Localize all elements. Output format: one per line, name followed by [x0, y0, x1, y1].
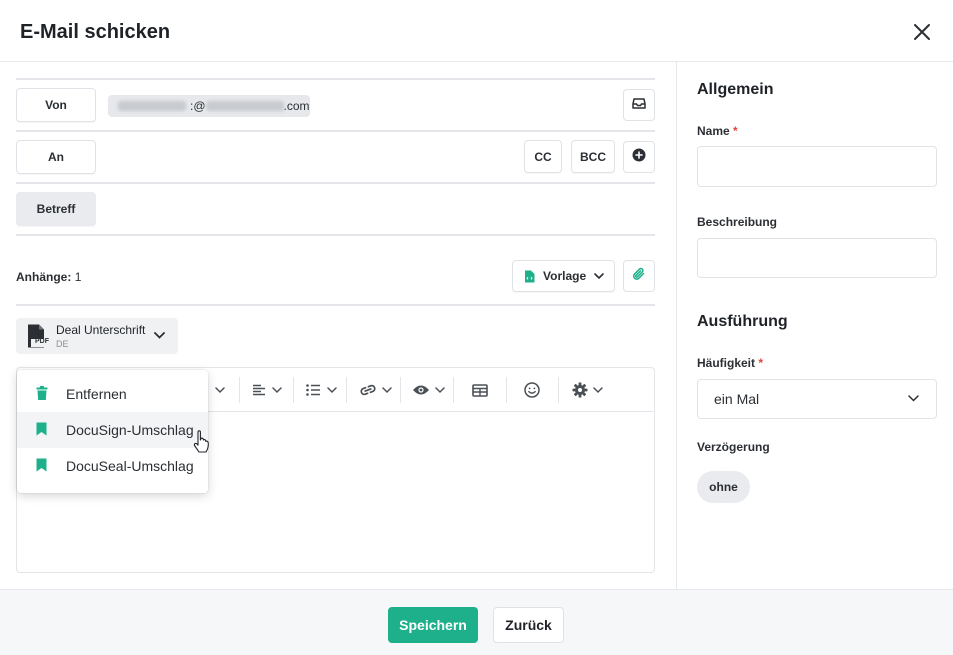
from-at: :@	[190, 99, 206, 113]
table-button[interactable]	[459, 368, 501, 412]
font-size-dropdown[interactable]	[203, 368, 237, 412]
name-label: Name *	[697, 124, 738, 138]
gear-icon	[572, 382, 588, 398]
paperclip-icon	[632, 267, 646, 286]
close-icon[interactable]	[908, 18, 936, 46]
delay-label: Verzögerung	[697, 440, 770, 454]
preview-dropdown[interactable]	[406, 368, 450, 412]
required-marker: *	[733, 124, 738, 138]
frequency-label: Häufigkeit *	[697, 356, 763, 370]
pdf-label: PDF	[35, 338, 49, 345]
divider	[16, 234, 655, 236]
attachment-name: Deal Unterschrift	[56, 323, 146, 337]
dialog-title: E-Mail schicken	[20, 21, 171, 43]
bookmark-icon	[36, 422, 47, 441]
chevron-down-icon	[592, 386, 603, 394]
inbox-button[interactable]	[623, 89, 655, 121]
description-input[interactable]	[697, 238, 937, 278]
eye-icon	[412, 384, 430, 396]
menu-item-docuseal[interactable]: DocuSeal-Umschlag	[17, 448, 208, 484]
menu-item-label: DocuSeal-Umschlag	[66, 458, 194, 474]
cc-button[interactable]: CC	[524, 140, 562, 173]
link-icon	[359, 384, 377, 396]
chevron-down-icon	[908, 395, 919, 402]
divider	[16, 182, 655, 184]
name-input[interactable]	[697, 146, 937, 187]
toolbar-separator	[506, 377, 507, 403]
description-label: Beschreibung	[697, 215, 778, 229]
bcc-button[interactable]: BCC	[571, 140, 615, 173]
smiley-icon	[524, 382, 540, 398]
attachment-action-menu: Entfernen DocuSign-Umschlag DocuSeal-Ums…	[17, 370, 208, 493]
toolbar-separator	[400, 377, 401, 403]
to-button[interactable]: An	[16, 140, 96, 174]
toolbar-separator	[453, 377, 454, 403]
add-recipient-button[interactable]	[623, 141, 655, 173]
back-button[interactable]: Zurück	[493, 607, 564, 643]
bookmark-icon	[36, 458, 47, 477]
general-heading: Allgemein	[697, 81, 774, 98]
chevron-down-icon	[154, 332, 165, 339]
table-icon	[472, 383, 488, 397]
frequency-value: ein Mal	[714, 391, 760, 407]
link-dropdown[interactable]	[352, 368, 398, 412]
menu-item-label: DocuSign-Umschlag	[66, 422, 194, 438]
inbox-icon	[632, 96, 646, 115]
divider	[16, 130, 655, 132]
subject-button[interactable]: Betreff	[16, 192, 96, 226]
redacted-text	[118, 101, 186, 111]
toolbar-separator	[239, 377, 240, 403]
dialog-header: E-Mail schicken	[0, 0, 953, 62]
from-address-chip[interactable]: :@ .com	[108, 95, 310, 117]
template-dropdown[interactable]: Vorlage	[512, 260, 615, 292]
toolbar-separator	[558, 377, 559, 403]
settings-sidebar: Allgemein Name * Beschreibung Ausführung…	[676, 62, 953, 589]
emoji-button[interactable]	[512, 368, 552, 412]
chevron-down-icon	[326, 386, 337, 394]
attachment-language: DE	[56, 339, 69, 349]
align-left-icon	[252, 384, 266, 396]
execution-heading: Ausführung	[697, 313, 788, 330]
plus-circle-icon	[632, 148, 646, 167]
settings-dropdown[interactable]	[565, 368, 609, 412]
toolbar-separator	[346, 377, 347, 403]
divider	[16, 78, 655, 80]
chevron-down-icon	[272, 386, 282, 394]
attachment-chip[interactable]: PDF Deal Unterschrift DE	[16, 318, 178, 354]
redacted-text	[205, 101, 284, 111]
menu-item-label: Entfernen	[66, 386, 127, 402]
chevron-down-icon	[594, 272, 604, 280]
from-button[interactable]: Von	[16, 88, 96, 122]
hand-cursor-icon	[193, 430, 211, 456]
chevron-down-icon	[381, 386, 392, 394]
attachments-label: Anhänge: 1	[16, 270, 81, 284]
required-marker: *	[758, 356, 764, 370]
name-label-text: Name	[697, 124, 730, 138]
toolbar-separator	[293, 377, 294, 403]
dialog-footer: Speichern Zurück	[0, 589, 953, 655]
divider	[16, 304, 655, 306]
list-icon	[305, 384, 321, 396]
chevron-down-icon	[215, 381, 225, 399]
align-dropdown[interactable]	[247, 368, 287, 412]
template-label: Vorlage	[543, 269, 587, 283]
frequency-select[interactable]: ein Mal	[697, 379, 937, 419]
attachments-title: Anhänge:	[16, 270, 72, 284]
save-button[interactable]: Speichern	[388, 607, 478, 643]
from-domain: .com	[283, 99, 310, 113]
frequency-label-text: Häufigkeit	[697, 356, 756, 370]
menu-item-docusign[interactable]: DocuSign-Umschlag	[17, 412, 208, 448]
menu-item-remove[interactable]: Entfernen	[17, 376, 208, 412]
file-code-icon	[524, 270, 535, 283]
attach-button[interactable]	[623, 260, 655, 292]
delay-chip[interactable]: ohne	[697, 471, 750, 503]
chevron-down-icon	[434, 386, 445, 394]
attachments-count: 1	[74, 270, 82, 284]
trash-icon	[36, 386, 48, 406]
list-dropdown[interactable]	[300, 368, 342, 412]
